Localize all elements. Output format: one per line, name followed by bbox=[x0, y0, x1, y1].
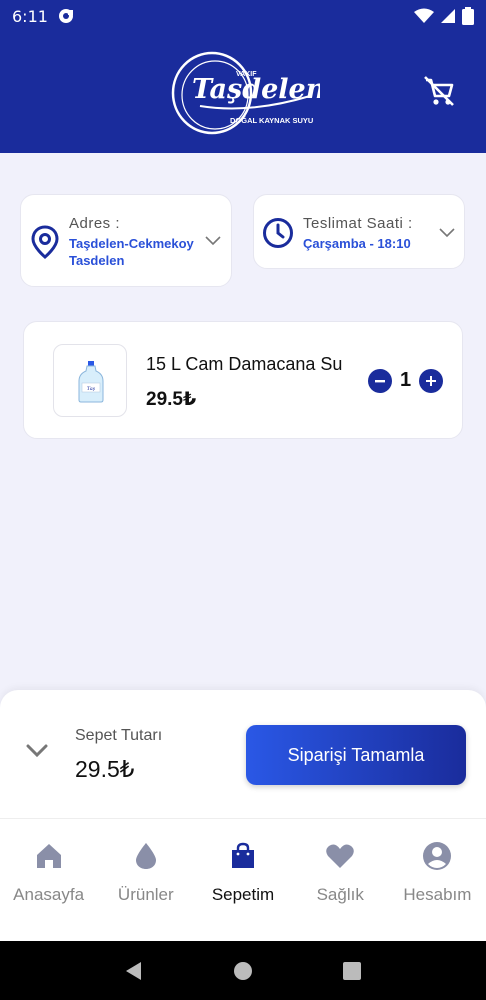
tab-anasayfa[interactable]: Anasayfa bbox=[0, 819, 97, 941]
svg-text:DOĞAL KAYNAK SUYU: DOĞAL KAYNAK SUYU bbox=[230, 116, 313, 125]
chevron-down-icon bbox=[439, 228, 455, 238]
tab-saglik[interactable]: Sağlık bbox=[292, 819, 389, 941]
wifi-icon bbox=[414, 8, 434, 23]
brand-logo: VAKIF Taşdelen DOĞAL KAYNAK SUYU bbox=[171, 51, 320, 135]
home-icon bbox=[36, 844, 61, 868]
drop-icon bbox=[135, 843, 156, 869]
svg-text:Taşdelen: Taşdelen bbox=[192, 74, 320, 105]
product-image: Taş bbox=[53, 344, 127, 417]
tab-label: Anasayfa bbox=[13, 885, 85, 904]
user-icon bbox=[423, 842, 452, 870]
cart-total-value: 29.5₺ bbox=[75, 756, 135, 782]
tab-sepetim[interactable]: Sepetim bbox=[194, 819, 291, 941]
complete-order-button[interactable]: Siparişi Tamamla bbox=[246, 725, 466, 785]
delivery-label: Teslimat Saati : bbox=[303, 215, 413, 232]
address-value-line1: Taşdelen-Cekmekoy bbox=[69, 236, 194, 251]
chevron-down-icon bbox=[205, 236, 221, 246]
recents-icon[interactable] bbox=[342, 961, 362, 981]
address-value-line2: Tasdelen bbox=[69, 253, 125, 268]
tab-label: Sağlık bbox=[316, 885, 364, 904]
cart-item: Taş 15 L Cam Damacana Su 29.5₺ 1 bbox=[23, 321, 463, 439]
tab-urunler[interactable]: Ürünler bbox=[97, 819, 194, 941]
cart-total-label: Sepet Tutarı bbox=[75, 727, 163, 744]
back-icon[interactable] bbox=[124, 961, 144, 981]
signal-icon bbox=[441, 9, 455, 23]
app-header: VAKIF Taşdelen DOĞAL KAYNAK SUYU bbox=[0, 32, 486, 153]
bag-icon bbox=[232, 842, 254, 868]
minus-icon bbox=[375, 380, 385, 383]
decrease-quantity-button[interactable] bbox=[368, 369, 392, 393]
address-selector[interactable]: Adres : Taşdelen-Cekmekoy Tasdelen bbox=[20, 194, 232, 287]
increase-quantity-button[interactable] bbox=[419, 369, 443, 393]
cart-summary-sheet: Sepet Tutarı 29.5₺ Siparişi Tamamla bbox=[0, 690, 486, 818]
tab-label: Sepetim bbox=[211, 885, 275, 904]
svg-text:Taş: Taş bbox=[87, 386, 96, 392]
delivery-time-selector[interactable]: Teslimat Saati : Çarşamba - 18:10 bbox=[253, 194, 465, 269]
location-pin-icon bbox=[31, 225, 59, 259]
tab-label: Hesabım bbox=[403, 885, 472, 904]
water-bottle-icon: Taş bbox=[78, 361, 104, 403]
heart-icon bbox=[326, 844, 354, 868]
home-circle-icon[interactable] bbox=[233, 961, 253, 981]
product-name: 15 L Cam Damacana Su bbox=[146, 354, 343, 374]
delivery-value: Çarşamba - 18:10 bbox=[303, 236, 411, 251]
product-price: 29.5₺ bbox=[146, 389, 197, 410]
collapse-chevron-icon[interactable] bbox=[26, 744, 48, 758]
quantity-value: 1 bbox=[400, 369, 412, 391]
tab-hesabim[interactable]: Hesabım bbox=[389, 819, 486, 941]
address-label: Adres : bbox=[69, 215, 121, 232]
system-nav-bar bbox=[0, 941, 486, 1000]
clock-icon bbox=[263, 218, 293, 248]
battery-icon bbox=[462, 7, 474, 25]
plus-icon bbox=[426, 376, 436, 386]
notification-icon bbox=[58, 9, 73, 23]
tab-label: Ürünler bbox=[117, 885, 174, 904]
cart-off-icon[interactable] bbox=[422, 74, 456, 108]
bottom-tab-bar: Anasayfa Ürünler Sepetim Sağlık Hesabım bbox=[0, 818, 486, 941]
status-time: 6:11 bbox=[12, 6, 48, 26]
status-bar: 6:11 bbox=[0, 0, 486, 32]
